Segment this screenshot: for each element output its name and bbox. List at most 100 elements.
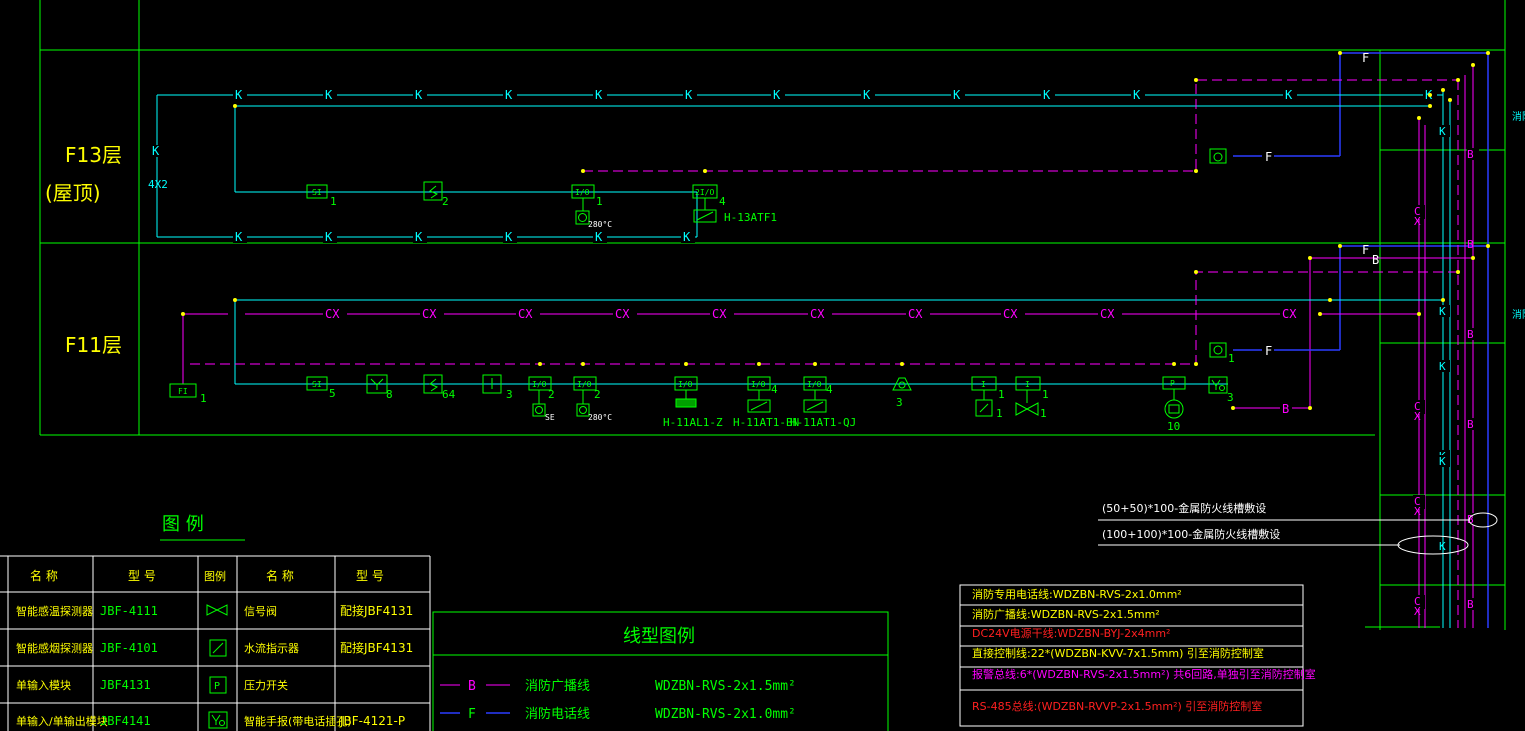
sio-code: SI xyxy=(312,380,322,389)
junction-dot xyxy=(181,312,185,316)
junction-dot xyxy=(1428,104,1432,108)
wiring-notes-box: 消防专用电话线:WDZBN-RVS-2x1.0mm² 消防广播线:WDZBN-RV… xyxy=(959,584,1316,727)
junction-dot xyxy=(1338,51,1342,55)
speaker-count: 10 xyxy=(1167,420,1180,433)
sio-count: 1 xyxy=(330,195,337,208)
fan-control-label: H-11AT1-QJ xyxy=(790,416,856,429)
fire-indicator-code: FI xyxy=(178,387,188,396)
junction-dot xyxy=(757,362,761,366)
io-module-code: I/O xyxy=(751,380,766,389)
fan-control-glyph xyxy=(696,211,714,221)
legend-row-model: JBF4131 xyxy=(100,678,151,692)
junction-dot xyxy=(581,169,585,173)
b-wire-mark: B xyxy=(1372,253,1379,267)
junction-dot xyxy=(1471,256,1475,260)
floor-label-f13: F13层 xyxy=(65,143,122,167)
legend-row-name-2: 水流指示器 xyxy=(244,641,299,655)
wiring-note-6: RS-485总线:(WDZBN-RVVP-2x1.5mm²) 引至消防控制室 xyxy=(972,699,1262,713)
junction-dot xyxy=(1417,312,1421,316)
junction-dot xyxy=(1428,93,1432,97)
fire-damper-label: 280°C xyxy=(588,220,612,229)
alarm-horn-count: 3 xyxy=(896,396,903,409)
signal-valve-count-top: 1 xyxy=(1042,388,1049,401)
k-riser-mark: K xyxy=(1439,125,1446,138)
legend-spec-f: WDZBN-RVS-2x1.0mm² xyxy=(655,707,796,722)
junction-dot xyxy=(1441,88,1445,92)
signal-valve-icon xyxy=(206,604,228,616)
io-module-count: 1 xyxy=(596,195,603,208)
io-module-count: 2 xyxy=(594,388,601,401)
junction-dot xyxy=(1338,244,1342,248)
dual-io-code: 2I/O xyxy=(695,188,714,197)
smoke-detector-glyph xyxy=(429,378,439,392)
cx-wire-mark: CX xyxy=(615,307,630,321)
legend-row-name-2: 智能手报(带电话插孔) xyxy=(244,714,352,728)
legend-row-name: 单输入模块 xyxy=(16,678,71,692)
io-module-code: I/O xyxy=(575,188,590,197)
speaker-glyph xyxy=(1168,404,1180,414)
junction-dot xyxy=(1231,406,1235,410)
symbol-legend: 图 例 名 称 型 号 图例 名 称 型 号 P 智能感温探测器 JBF-411… xyxy=(0,514,431,731)
k-wire-mark: K xyxy=(685,88,693,102)
input-module-code: I xyxy=(981,380,986,389)
k-wire-mark: K xyxy=(505,230,513,244)
f-wire-mark: F xyxy=(1362,243,1369,257)
hydrant-button-glyph xyxy=(1211,379,1221,390)
junction-dot xyxy=(1194,270,1198,274)
k-wire-mark: K xyxy=(1285,88,1293,102)
k-wire-mark: K xyxy=(325,230,333,244)
junction-dot xyxy=(900,362,904,366)
io-module-code: I/O xyxy=(577,380,592,389)
legend-row-model: JBF4141 xyxy=(100,714,151,728)
k-wire-mark: K xyxy=(773,88,781,102)
fire-damper-glyph xyxy=(578,213,587,222)
cx-wire-mark: CX xyxy=(1100,307,1115,321)
broadcast-module-code: P xyxy=(1170,379,1175,388)
wiring-notes-rows: 消防专用电话线:WDZBN-RVS-2x1.0mm² 消防广播线:WDZBN-RV… xyxy=(960,587,1316,713)
symbol-legend-title: 图 例 xyxy=(162,514,204,535)
legend-sym-f: F xyxy=(468,707,476,722)
k-riser-mark: K xyxy=(1439,540,1446,553)
cx-wire-mark: CX xyxy=(1282,307,1297,321)
wire-count-label: 4X2 xyxy=(148,178,168,191)
tray-note-2: (100+100)*100-金属防火线槽敷设 xyxy=(1102,527,1280,541)
water-flow-indicator-glyph xyxy=(212,642,224,654)
k-wire-mark: K xyxy=(415,88,423,102)
junction-dot xyxy=(1318,312,1322,316)
cx-riser-mark: X xyxy=(1414,215,1421,228)
hydrant-button-glyph xyxy=(211,714,221,725)
smoke-exhaust-glyph xyxy=(535,406,543,414)
junction-dot xyxy=(581,362,585,366)
legend-row-model-2: JBF-4121-P xyxy=(339,714,405,728)
water-flow-indicator-glyph xyxy=(979,403,989,413)
junction-dot xyxy=(1486,244,1490,248)
k-tap-f13: 4X2 xyxy=(148,178,168,191)
cx-riser-mark: X xyxy=(1414,605,1421,618)
k-riser-mark: K xyxy=(1439,455,1446,468)
cx-wire-mark: CX xyxy=(712,307,727,321)
hydrant-button-icon xyxy=(208,711,228,729)
pressure-switch-glyph: P xyxy=(214,681,220,692)
f13-devices: 4X2 SI 1 2 I/O 1 280°C 2I/O 4 H-13ATF1 xyxy=(148,148,1227,229)
junction-dot xyxy=(1448,98,1452,102)
wiring-note-3: DC24V电源干线:WDZBN-BYJ-2x4mm² xyxy=(972,626,1170,640)
b-riser-mark: B xyxy=(1467,598,1474,611)
signal-valve-count: 1 xyxy=(1040,407,1047,420)
k-wire-mark: K xyxy=(235,88,243,102)
tray-note-1: (50+50)*100-金属防火线槽敷设 xyxy=(1102,501,1266,515)
sio-count: 5 xyxy=(329,387,336,400)
input-module-code: I xyxy=(1025,380,1030,389)
junction-dot xyxy=(233,298,237,302)
f-wire-mark: F xyxy=(1362,51,1369,65)
junction-dot xyxy=(703,169,707,173)
junction-dot xyxy=(1471,63,1475,67)
elevator-control-icon xyxy=(675,398,697,408)
fire-damper-glyph xyxy=(579,406,587,414)
manual-alarm-count: 3 xyxy=(506,388,513,401)
cx-riser-mark: X xyxy=(1414,505,1421,518)
legend-name-b: 消防广播线 xyxy=(525,678,590,694)
b-riser-mark: B xyxy=(1467,148,1474,161)
cx-wire-mark: CX xyxy=(518,307,533,321)
io-module-count: 4 xyxy=(826,383,833,396)
line-legend: 线型图例 B 消防广播线 WDZBN-RVS-2x1.5mm² F 消防电话线 … xyxy=(432,611,889,731)
